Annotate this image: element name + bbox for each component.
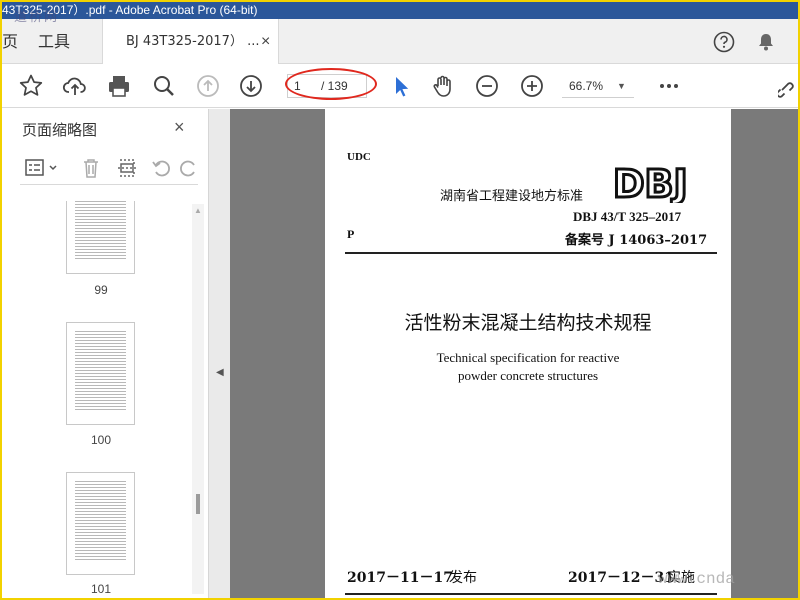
thumbnail-scrollbar[interactable]: ▲	[192, 204, 204, 594]
pdf-page: UDC P 湖南省工程建设地方标准 DBJ DBJ 43/T 325–2017 …	[325, 109, 731, 598]
header-rule	[345, 252, 717, 254]
close-tab-button[interactable]: ×	[261, 19, 270, 64]
page-thumbnail-99[interactable]	[66, 201, 135, 274]
panel-collapse-strip[interactable]: ◀	[208, 109, 230, 598]
tab-bar: 页 工具 BJ 43T325-2017） ... ×	[2, 19, 798, 65]
document-title-english-line2: powder concrete structures	[457, 368, 599, 383]
zoom-level-select[interactable]: 66.7% ▼	[562, 74, 634, 98]
document-title-english-line1: Technical specification for reactive	[436, 350, 620, 365]
thumbnail-label: 100	[90, 433, 112, 447]
document-title-chinese: 活性粉末混凝土结构技术规程	[404, 312, 652, 334]
udc-label: UDC	[347, 151, 371, 163]
chevron-down-icon: ▼	[617, 81, 626, 91]
footer-rule	[345, 593, 717, 595]
previous-page-icon[interactable]	[195, 73, 221, 99]
tab-tools[interactable]: 工具	[38, 19, 70, 64]
zoom-in-icon[interactable]	[519, 73, 545, 99]
select-cursor-icon[interactable]	[388, 73, 414, 99]
thumbnail-label: 99	[94, 283, 108, 297]
rotate-left-icon[interactable]	[150, 157, 172, 184]
thumbnail-label: 101	[90, 582, 112, 596]
close-panel-button[interactable]: ×	[174, 117, 185, 138]
delete-page-icon[interactable]	[80, 157, 102, 184]
extract-page-icon[interactable]	[116, 157, 138, 184]
standard-number: DBJ 43/T 325–2017	[573, 209, 682, 224]
thumbnail-options-icon[interactable]	[24, 157, 62, 184]
page-thumbnail-101[interactable]	[66, 472, 135, 575]
star-icon[interactable]	[18, 73, 44, 99]
more-options-icon[interactable]	[656, 73, 682, 99]
tab-document-label: BJ 43T325-2017） ...	[126, 34, 260, 49]
record-number: 备案号 J 14063–2017	[565, 233, 708, 248]
link-icon[interactable]	[776, 73, 798, 99]
scroll-up-icon[interactable]: ▲	[194, 206, 202, 215]
issue-label: 发布	[449, 570, 477, 586]
cloud-upload-icon[interactable]	[62, 73, 88, 99]
classification-mark: P	[347, 227, 355, 241]
zoom-out-icon[interactable]	[474, 73, 500, 99]
standard-organization: 湖南省工程建设地方标准	[440, 189, 584, 204]
scrollbar-thumb[interactable]	[196, 494, 200, 514]
help-icon[interactable]	[713, 31, 735, 58]
issue-date: 2017－11－17	[347, 570, 453, 586]
page-highlight-annotation	[285, 68, 377, 100]
main-toolbar: 1 / 139 66.7% ▼	[2, 64, 798, 108]
document-view[interactable]: UDC P 湖南省工程建设地方标准 DBJ DBJ 43/T 325–2017 …	[230, 109, 798, 598]
hand-tool-icon[interactable]	[430, 73, 456, 99]
watermark-bottom: www.cnda	[658, 570, 735, 588]
page-thumbnails-panel: 页面缩略图 × 99 100 101 ▲	[2, 109, 208, 598]
bell-icon[interactable]	[755, 31, 777, 58]
thumbnail-list: 99 100 101	[2, 201, 192, 598]
thumbnail-toolbar	[20, 153, 198, 185]
print-icon[interactable]	[106, 73, 132, 99]
panel-title: 页面缩略图	[22, 121, 98, 139]
svg-text:DBJ: DBJ	[613, 163, 688, 203]
dbj-logo: DBJ	[613, 163, 689, 203]
acrobat-window: 43T325-2017）.pdf - Adobe Acrobat Pro (64…	[2, 2, 798, 598]
tab-home[interactable]: 页	[2, 19, 20, 64]
tab-document[interactable]: BJ 43T325-2017） ...	[102, 19, 279, 65]
next-page-icon[interactable]	[238, 73, 264, 99]
zoom-search-icon[interactable]	[151, 73, 177, 99]
rotate-right-icon[interactable]	[180, 157, 198, 184]
watermark-top: 道桥网	[14, 10, 60, 25]
zoom-level-value: 66.7%	[569, 79, 604, 93]
collapse-arrow-icon[interactable]: ◀	[216, 367, 224, 378]
window-title-bar: 43T325-2017）.pdf - Adobe Acrobat Pro (64…	[2, 2, 798, 19]
page-thumbnail-100[interactable]	[66, 322, 135, 425]
